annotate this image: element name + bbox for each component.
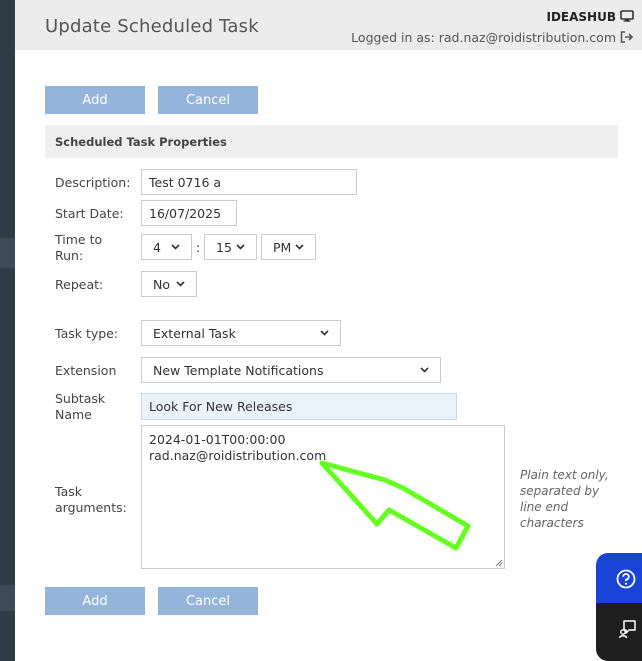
start-date-field[interactable]: 16/07/2025: [141, 200, 237, 226]
chevron-down-icon: [236, 244, 245, 250]
subtask-name-label: Subtask Name: [55, 391, 105, 423]
minute-select[interactable]: 15: [204, 234, 257, 260]
chat-icon: [618, 620, 636, 639]
chevron-down-icon: [320, 330, 329, 336]
add-button-top[interactable]: Add: [45, 86, 145, 114]
chevron-down-icon: [420, 367, 429, 373]
hour-select[interactable]: 4: [141, 234, 192, 260]
helper-line: line end: [520, 500, 569, 514]
helper-line: Plain text only,: [520, 468, 609, 482]
cancel-button-top[interactable]: Cancel: [158, 86, 258, 114]
question-circle-icon: [616, 569, 636, 589]
sidebar-highlight-band: [0, 238, 15, 268]
chevron-down-icon: [295, 244, 304, 250]
task-arguments-helper: Plain text only, separated by line end c…: [520, 467, 620, 531]
extension-select[interactable]: New Template Notifications: [141, 357, 441, 383]
minute-value: 15: [216, 239, 232, 255]
task-type-value: External Task: [153, 325, 236, 341]
time-separator: :: [196, 240, 201, 255]
subtask-name-label-line1: Subtask: [55, 391, 106, 406]
arrow-pointer-icon: [319, 460, 471, 551]
page-title: Update Scheduled Task: [45, 16, 259, 37]
sidebar-highlight-band: [0, 585, 15, 611]
repeat-label: Repeat:: [55, 277, 104, 292]
section-title: Scheduled Task Properties: [55, 135, 227, 149]
extension-value: New Template Notifications: [153, 362, 324, 378]
time-to-run-label-line2: Run:: [55, 248, 84, 263]
helper-line: separated by: [520, 484, 600, 498]
brand-name[interactable]: IDEASHUB: [547, 10, 617, 24]
task-type-label: Task type:: [55, 326, 119, 341]
task-argument-line: 2024-01-01T00:00:00: [149, 432, 286, 447]
helper-line: characters: [520, 516, 584, 530]
help-button[interactable]: [596, 553, 642, 603]
description-field[interactable]: Test 0716 a: [141, 169, 357, 195]
start-date-label: Start Date:: [55, 206, 124, 221]
cancel-button-bottom[interactable]: Cancel: [158, 587, 258, 615]
time-to-run-label-line1: Time to: [55, 232, 103, 247]
login-info: Logged in as: rad.naz@roidistribution.co…: [351, 30, 616, 45]
repeat-select[interactable]: No: [141, 271, 197, 297]
section-header: Scheduled Task Properties: [45, 125, 618, 158]
task-arguments-label-line2: arguments:: [55, 500, 127, 515]
chevron-down-icon: [176, 281, 185, 287]
logout-icon[interactable]: [620, 31, 634, 43]
repeat-value: No: [153, 276, 170, 292]
task-arguments-label: Task arguments:: [55, 484, 127, 516]
chat-button[interactable]: [596, 603, 642, 661]
monitor-icon[interactable]: [620, 10, 634, 22]
left-sidebar-strip: [0, 0, 15, 661]
subtask-name-label-line2: Name: [55, 407, 92, 422]
subtask-name-field[interactable]: Look For New Releases: [141, 393, 457, 420]
chevron-down-icon: [171, 244, 180, 250]
task-arguments-label-line1: Task: [55, 484, 82, 499]
extension-label: Extension: [55, 363, 117, 378]
description-label: Description:: [55, 175, 131, 190]
ampm-select[interactable]: PM: [261, 234, 316, 260]
add-button-bottom[interactable]: Add: [45, 587, 145, 615]
time-to-run-label: Time to Run:: [55, 232, 102, 264]
ampm-value: PM: [273, 239, 292, 255]
page-header: Update Scheduled Task IDEASHUB Logged in…: [15, 0, 642, 50]
task-type-select[interactable]: External Task: [141, 320, 341, 346]
resize-handle-icon[interactable]: [495, 559, 503, 567]
hour-value: 4: [153, 239, 161, 255]
